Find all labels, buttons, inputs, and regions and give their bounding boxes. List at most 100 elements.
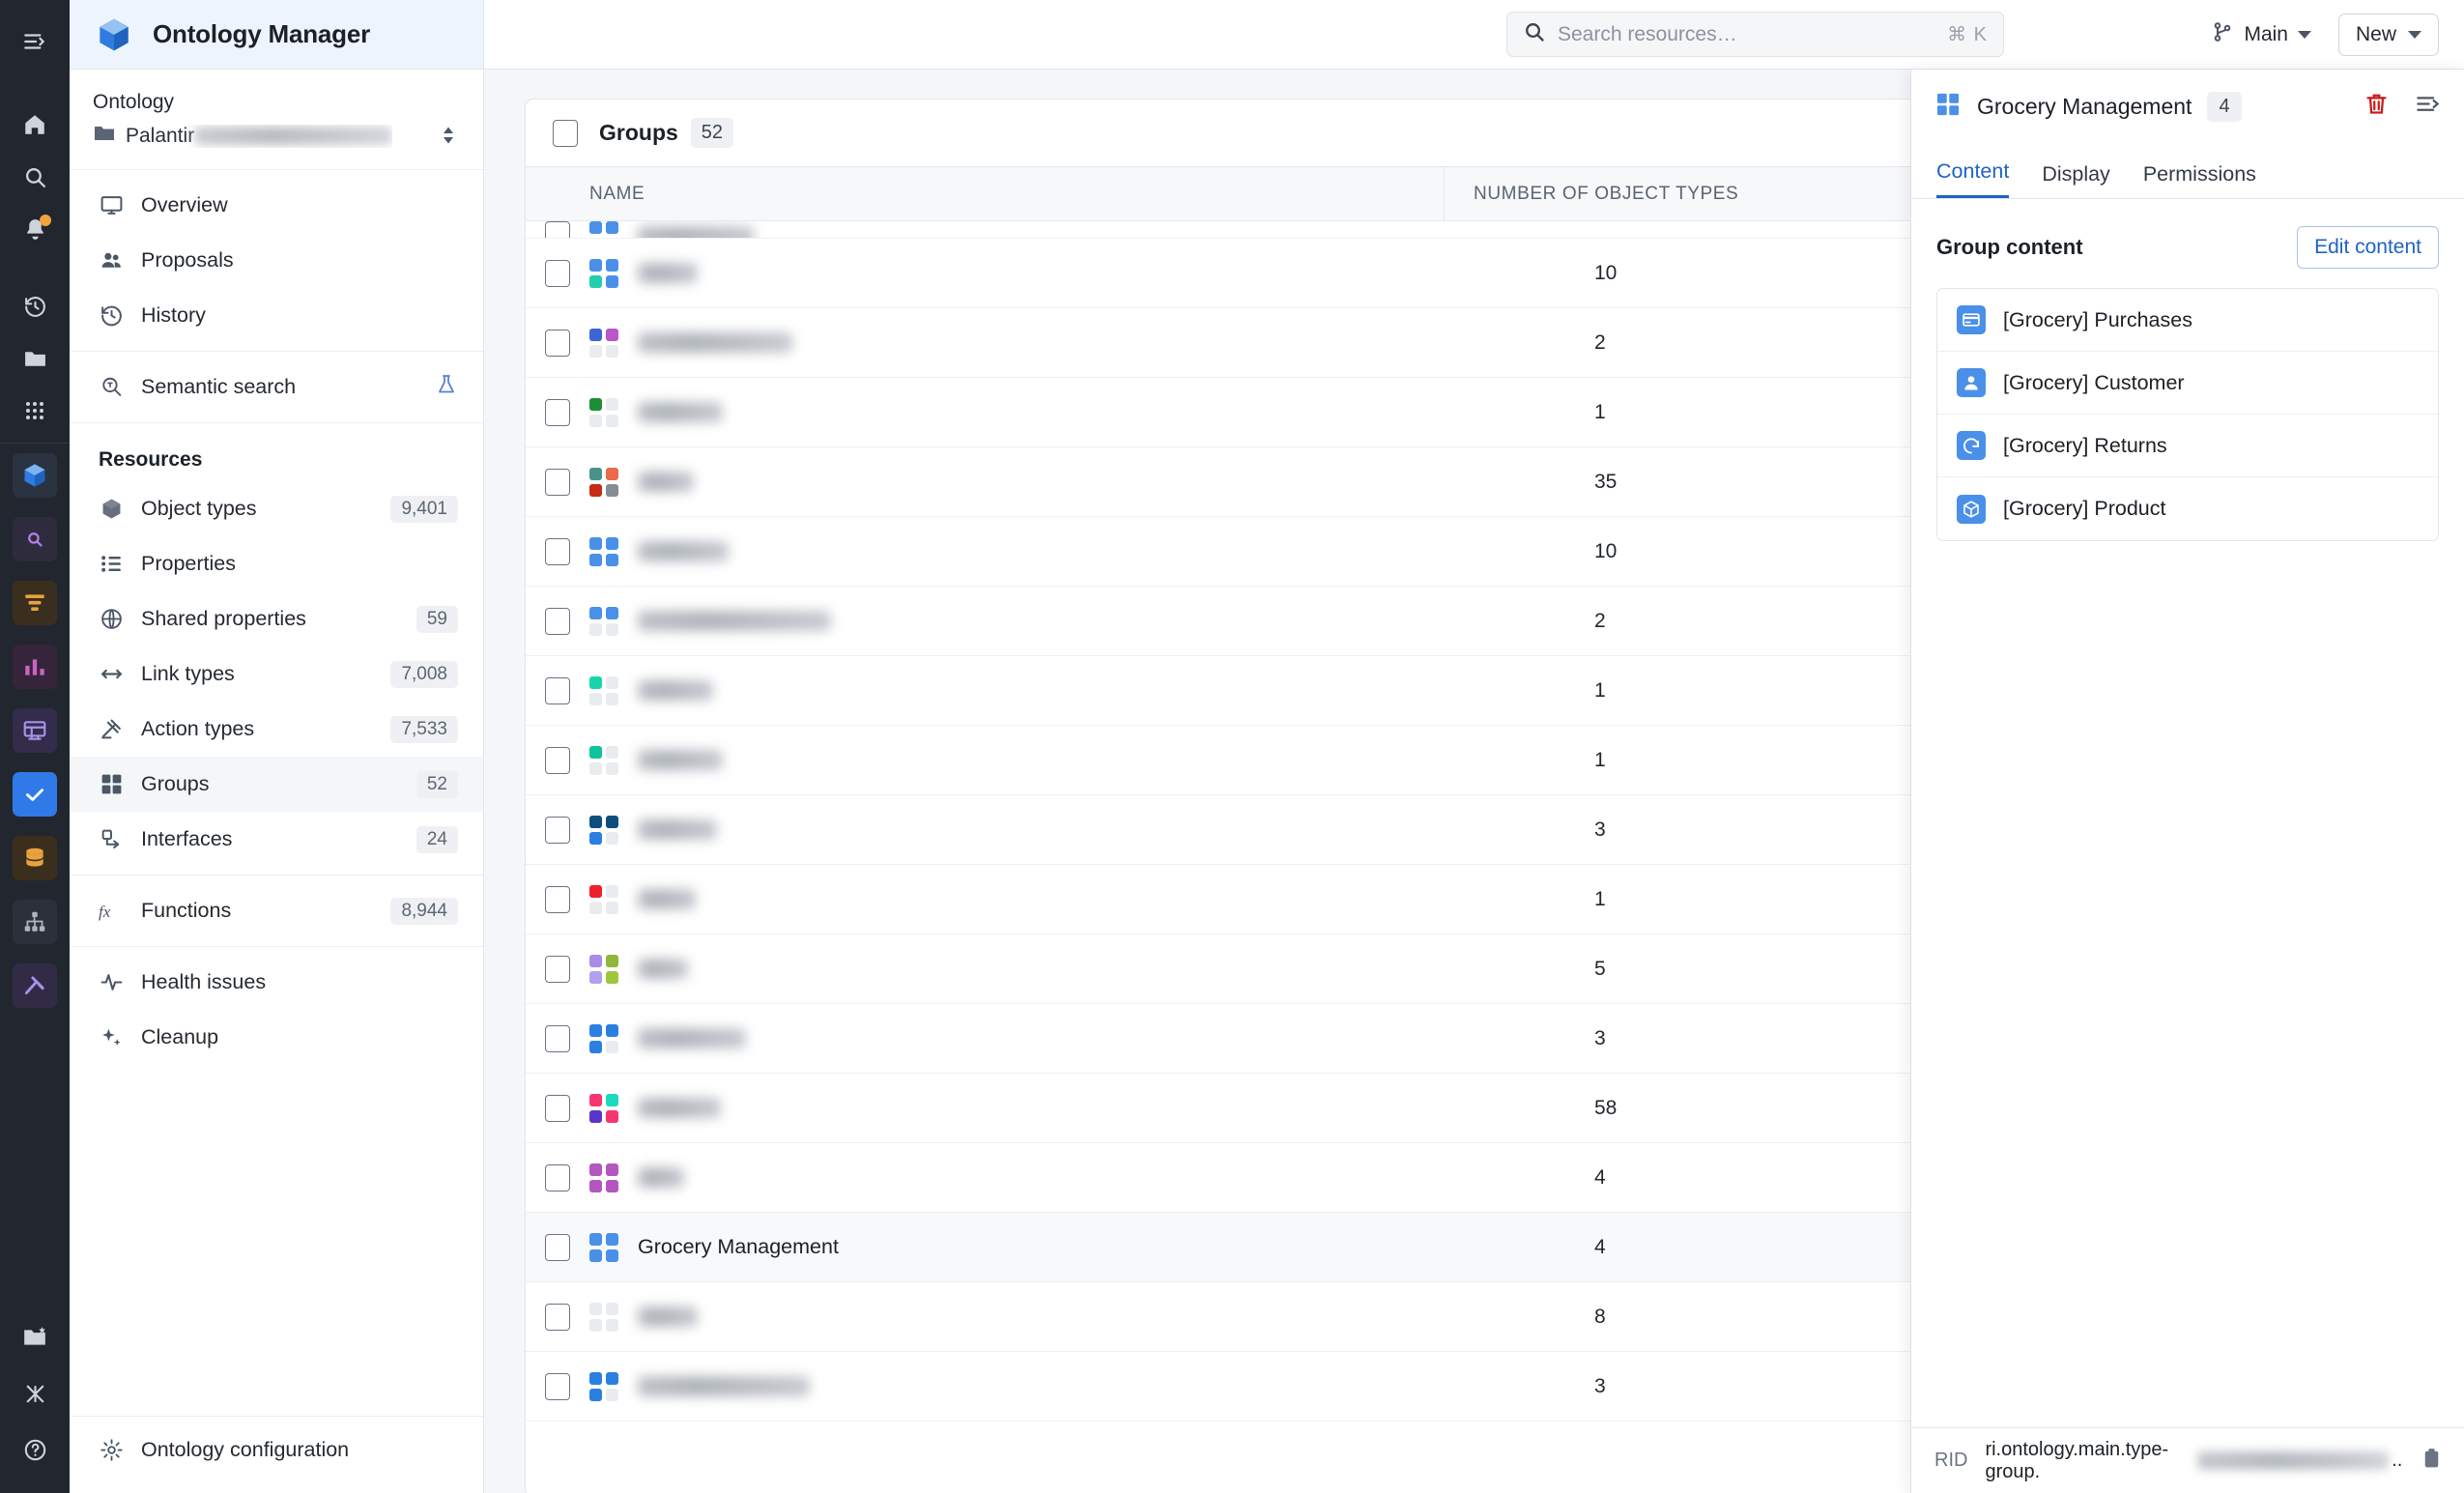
select-all-checkbox[interactable] (553, 119, 578, 147)
table-row[interactable]: Grocery Management 4 (526, 1213, 2099, 1282)
table-row[interactable]: 1 (526, 726, 2099, 795)
project-folder-icon[interactable] (13, 1315, 57, 1360)
table-row[interactable]: 10 (526, 517, 2099, 587)
sidebar-item-label: Cleanup (141, 1025, 219, 1048)
row-checkbox[interactable] (545, 1372, 570, 1400)
table-row[interactable]: 8 (526, 1282, 2099, 1352)
app-root: Ontology Manager Ontology Palantir Overv… (0, 0, 2464, 1493)
sidebar-item-groups[interactable]: Groups 52 (70, 757, 483, 812)
row-name-cell (589, 745, 1507, 775)
row-checkbox[interactable] (545, 816, 570, 844)
branch-selector[interactable]: Main (2201, 13, 2321, 57)
edit-content-button[interactable]: Edit content (2297, 226, 2439, 269)
sparkle-icon (99, 1025, 124, 1049)
row-checkbox[interactable] (545, 259, 570, 287)
home-icon[interactable] (13, 102, 57, 147)
sidebar-item-functions[interactable]: fx Functions 8,944 (70, 883, 483, 938)
list-item[interactable]: [Grocery] Returns (1937, 415, 2438, 477)
new-button[interactable]: New (2337, 13, 2439, 56)
row-checkbox[interactable] (545, 607, 570, 635)
table-row[interactable]: 2 (526, 587, 2099, 656)
sidebar-expand-icon[interactable] (13, 19, 57, 64)
tab-content[interactable]: Content (1936, 159, 2010, 198)
ontology-cube-icon[interactable] (13, 453, 57, 498)
table-row[interactable]: 3 (526, 1352, 2099, 1421)
sidebar-item-action-types[interactable]: Action types 7,533 (70, 702, 483, 757)
foundry-icon[interactable] (13, 1371, 57, 1416)
row-checkbox[interactable] (545, 1094, 570, 1122)
ontology-selector[interactable]: Ontology Palantir (70, 70, 483, 170)
row-checkbox[interactable] (545, 746, 570, 774)
row-checkbox[interactable] (545, 1233, 570, 1261)
history-icon[interactable] (13, 284, 57, 329)
double-caret-icon[interactable] (439, 124, 458, 152)
sidebar-item-object-types[interactable]: Object types 9,401 (70, 481, 483, 536)
table-row[interactable]: 2 (526, 308, 2099, 378)
panel-collapse-icon[interactable] (2415, 91, 2441, 122)
sidebar-item-semantic-search[interactable]: Semantic search (70, 359, 483, 415)
row-checkbox[interactable] (545, 885, 570, 913)
list-item[interactable]: [Grocery] Purchases (1937, 289, 2438, 352)
table-row[interactable]: 3 (526, 795, 2099, 865)
row-checkbox[interactable] (545, 221, 570, 238)
sidebar-item-health-issues[interactable]: Health issues (70, 955, 483, 1010)
row-checkbox-wrap (526, 259, 589, 287)
sidebar-item-overview[interactable]: Overview (70, 178, 483, 233)
pipeline-builder-icon[interactable] (13, 581, 57, 625)
table-row[interactable]: 1 (526, 378, 2099, 447)
hierarchy-icon[interactable] (13, 900, 57, 944)
code-workbook-icon[interactable] (13, 963, 57, 1008)
search-icon[interactable] (13, 155, 57, 199)
row-checkbox[interactable] (545, 676, 570, 704)
tab-permissions[interactable]: Permissions (2143, 162, 2256, 198)
table-row[interactable]: 1 (526, 865, 2099, 934)
column-header-name[interactable]: NAME (526, 184, 1444, 205)
sidebar-item-cleanup[interactable]: Cleanup (70, 1010, 483, 1065)
sidebar-item-history[interactable]: History (70, 288, 483, 343)
sidebar-item-proposals[interactable]: Proposals (70, 233, 483, 288)
tab-display[interactable]: Display (2042, 162, 2110, 198)
table-row[interactable] (526, 221, 2099, 239)
sidebar-item-interfaces[interactable]: Interfaces 24 (70, 812, 483, 867)
sidebar-item-ontology-configuration[interactable]: Ontology configuration (70, 1422, 483, 1478)
grid-squares-icon (589, 536, 618, 566)
sidebar-item-shared-properties[interactable]: Shared properties 59 (70, 591, 483, 646)
table-row[interactable]: 1 (526, 656, 2099, 726)
row-checkbox[interactable] (545, 398, 570, 426)
help-icon[interactable] (13, 1427, 57, 1472)
table-row[interactable]: 4 (526, 1143, 2099, 1213)
workshop-icon[interactable] (13, 708, 57, 753)
table-row[interactable]: 3 (526, 1004, 2099, 1074)
table-row[interactable]: 10 (526, 239, 2099, 308)
search-input[interactable]: Search resources… ⌘ K (1506, 12, 2004, 57)
trash-icon[interactable] (2364, 91, 2390, 122)
brand-header[interactable]: Ontology Manager (70, 0, 483, 70)
checklist-icon[interactable] (13, 772, 57, 817)
row-checkbox[interactable] (545, 468, 570, 496)
list-item[interactable]: [Grocery] Product (1937, 477, 2438, 540)
row-checkbox[interactable] (545, 537, 570, 565)
quiver-chart-icon[interactable] (13, 645, 57, 689)
row-checkbox[interactable] (545, 1163, 570, 1192)
apps-grid-icon[interactable] (13, 388, 57, 433)
row-checkbox[interactable] (545, 955, 570, 983)
rid-value[interactable]: ri.ontology.main.type-group... (1985, 1439, 2402, 1483)
folder-icon[interactable] (13, 336, 57, 381)
row-name (638, 889, 696, 909)
clipboard-icon[interactable] (2420, 1447, 2444, 1476)
list-item[interactable]: [Grocery] Customer (1937, 352, 2438, 415)
table-row[interactable]: 5 (526, 934, 2099, 1004)
sidebar-item-link-types[interactable]: Link types 7,008 (70, 646, 483, 702)
cube-icon (1957, 494, 1986, 524)
row-checkbox[interactable] (545, 1303, 570, 1331)
sidebar-item-properties[interactable]: Properties (70, 536, 483, 591)
row-checkbox[interactable] (545, 329, 570, 357)
notifications-bell-icon[interactable] (13, 207, 57, 251)
row-name (638, 1376, 810, 1396)
svg-text:fx: fx (99, 903, 111, 921)
table-row[interactable]: 35 (526, 447, 2099, 517)
datasets-icon[interactable] (13, 836, 57, 880)
table-row[interactable]: 58 (526, 1074, 2099, 1143)
row-checkbox[interactable] (545, 1024, 570, 1052)
object-explorer-icon[interactable] (13, 517, 57, 561)
